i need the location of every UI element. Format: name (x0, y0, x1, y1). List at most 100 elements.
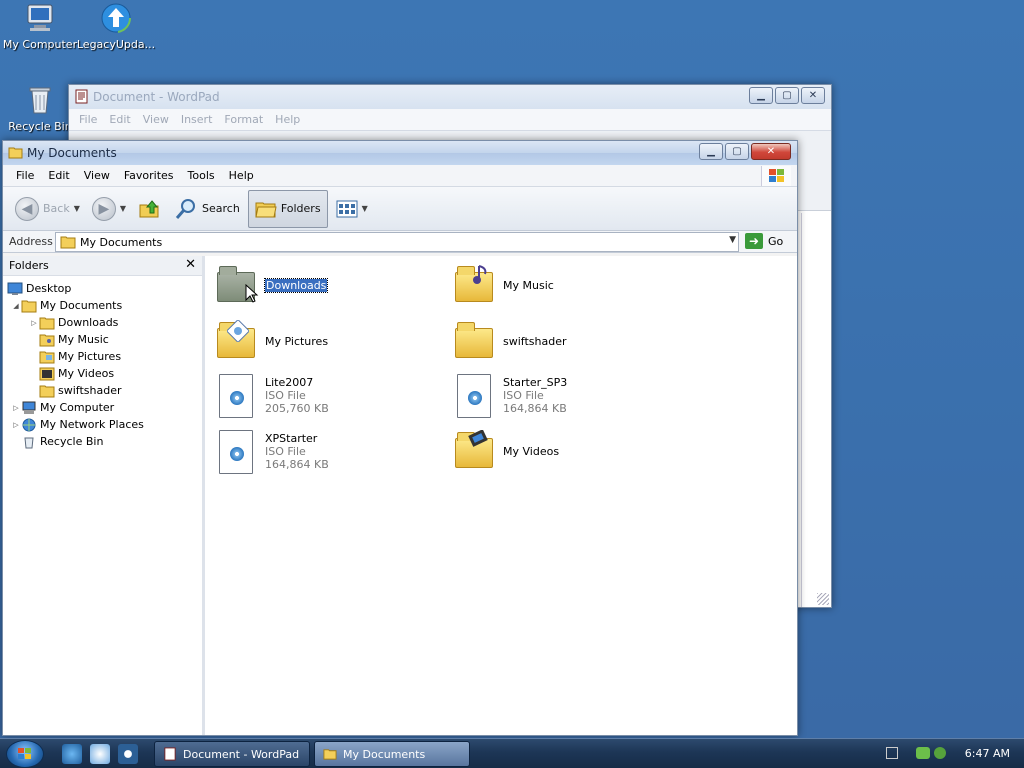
chevron-down-icon[interactable]: ▼ (729, 235, 736, 245)
media-player-icon[interactable] (118, 744, 138, 764)
menu-format[interactable]: Format (220, 109, 267, 130)
music-folder-icon (39, 334, 55, 346)
menu-file[interactable]: File (9, 166, 41, 185)
address-input[interactable]: My Documents ▼ (55, 232, 739, 252)
file-item-my-videos[interactable]: My Videos (453, 430, 559, 472)
taskbar: Document - WordPad My Documents 6:47 AM (0, 738, 1024, 768)
address-bar: Address My Documents ▼ ➜ Go (3, 231, 797, 253)
close-icon[interactable]: ✕ (185, 257, 196, 272)
iso-file-icon (453, 374, 495, 418)
internet-explorer-icon[interactable] (62, 744, 82, 764)
chevron-down-icon[interactable]: ▼ (74, 204, 80, 213)
task-my-documents[interactable]: My Documents (314, 741, 470, 767)
close-button[interactable]: ✕ (801, 87, 825, 104)
recycle-bin-icon (24, 84, 56, 116)
folder-icon (39, 385, 55, 397)
forward-button[interactable]: ▶ ▼ (88, 190, 130, 228)
wordpad-icon (74, 89, 89, 104)
back-button[interactable]: ◀ Back ▼ (11, 190, 84, 228)
resize-grip[interactable] (817, 593, 829, 605)
menu-view[interactable]: View (139, 109, 173, 130)
desktop-icon-my-computer[interactable]: My Computer (0, 2, 80, 51)
search-label: Search (202, 202, 240, 215)
clock[interactable]: 6:47 AM (965, 747, 1010, 760)
network-tray-icon[interactable] (916, 747, 930, 759)
iso-file-icon (215, 374, 257, 418)
explorer-content: Folders ✕ Desktop ◢ My Documents ▷ Downl… (3, 256, 797, 735)
file-item-swiftshader[interactable]: swiftshader (453, 320, 567, 362)
file-name: Downloads (263, 277, 329, 293)
expand-arrow-icon[interactable]: ▷ (29, 319, 39, 327)
views-button[interactable]: ▼ (332, 190, 372, 228)
go-label: Go (768, 234, 784, 248)
explorer-titlebar[interactable]: My Documents ▁ ▢ ✕ (3, 141, 797, 165)
task-wordpad[interactable]: Document - WordPad (154, 741, 310, 767)
menu-edit[interactable]: Edit (41, 166, 76, 185)
menu-file[interactable]: File (75, 109, 101, 130)
file-name: My Videos (503, 444, 560, 458)
explorer-window[interactable]: My Documents ▁ ▢ ✕ File Edit View Favori… (2, 140, 798, 736)
menu-favorites[interactable]: Favorites (117, 166, 181, 185)
desktop-icon-legacyupdate[interactable]: LegacyUpda... (76, 2, 156, 51)
back-label: Back (43, 202, 70, 215)
menu-help[interactable]: Help (271, 109, 304, 130)
expand-arrow-icon[interactable]: ▷ (11, 404, 21, 412)
tree-item-recycle-bin[interactable]: Recycle Bin (3, 433, 202, 450)
file-item-downloads[interactable]: Downloads (215, 264, 329, 306)
up-folder-button[interactable] (134, 190, 166, 228)
keyboard-icon[interactable] (886, 747, 898, 759)
tree-item-my-pictures[interactable]: My Pictures (3, 348, 202, 365)
folders-button[interactable]: Folders (247, 189, 328, 228)
security-tray-icon[interactable] (934, 747, 946, 759)
tree-item-label: My Computer (40, 401, 115, 414)
file-item-my-pictures[interactable]: My Pictures (215, 320, 328, 362)
tree-item-my-network-places[interactable]: ▷ My Network Places (3, 416, 202, 433)
chevron-down-icon[interactable]: ▼ (362, 204, 368, 213)
system-tray: 6:47 AM (876, 739, 1024, 768)
chevron-down-icon[interactable]: ▼ (120, 204, 126, 213)
tree-item-label: swiftshader (58, 384, 122, 397)
wordpad-titlebar[interactable]: Document - WordPad ▁ ▢ ✕ (69, 85, 831, 109)
expand-arrow-icon[interactable]: ▷ (11, 421, 21, 429)
menu-help[interactable]: Help (222, 166, 261, 185)
minimize-button[interactable]: ▁ (749, 87, 773, 104)
file-item-xpstarter[interactable]: XPStarter ISO File 164,864 KB (215, 430, 329, 474)
desktop-icon-label: My Computer (2, 38, 78, 51)
tree-item-my-computer[interactable]: ▷ My Computer (3, 399, 202, 416)
mouse-cursor-icon (245, 284, 259, 303)
menu-tools[interactable]: Tools (181, 166, 222, 185)
go-button[interactable]: ➜ Go (745, 233, 783, 249)
close-button[interactable]: ✕ (751, 143, 791, 160)
forward-arrow-icon: ▶ (91, 196, 116, 221)
tree-item-label: My Music (58, 333, 109, 346)
file-item-lite2007[interactable]: Lite2007 ISO File 205,760 KB (215, 374, 329, 418)
tree-item-label: My Videos (58, 367, 115, 380)
maximize-button[interactable]: ▢ (725, 143, 749, 160)
maximize-button[interactable]: ▢ (775, 87, 799, 104)
tree-item-my-videos[interactable]: My Videos (3, 365, 202, 382)
tree-item-swiftshader[interactable]: swiftshader (3, 382, 202, 399)
start-button[interactable] (6, 740, 44, 768)
tree-item-desktop[interactable]: Desktop (3, 280, 202, 297)
file-item-starter-sp3[interactable]: Starter_SP3 ISO File 164,864 KB (453, 374, 567, 418)
collapse-arrow-icon[interactable]: ◢ (11, 302, 21, 310)
tree-item-my-music[interactable]: My Music (3, 331, 202, 348)
file-item-my-music[interactable]: My Music (453, 264, 554, 306)
wordpad-title: Document - WordPad (93, 90, 220, 104)
file-size: 205,760 KB (265, 401, 329, 415)
address-label: Address (9, 235, 53, 248)
folder-icon (453, 320, 495, 362)
search-button[interactable]: Search (170, 190, 244, 228)
minimize-button[interactable]: ▁ (699, 143, 723, 160)
explorer-title: My Documents (27, 146, 117, 160)
wordpad-scrollbar[interactable] (801, 213, 831, 607)
go-arrow-icon: ➜ (745, 233, 763, 249)
tree-item-my-documents[interactable]: ◢ My Documents (3, 297, 202, 314)
windows-explorer-icon[interactable] (90, 744, 110, 764)
back-arrow-icon: ◀ (15, 196, 39, 221)
menu-view[interactable]: View (77, 166, 117, 185)
tree-item-downloads[interactable]: ▷ Downloads (3, 314, 202, 331)
menu-insert[interactable]: Insert (177, 109, 217, 130)
menu-edit[interactable]: Edit (105, 109, 134, 130)
file-name: My Music (503, 278, 554, 292)
